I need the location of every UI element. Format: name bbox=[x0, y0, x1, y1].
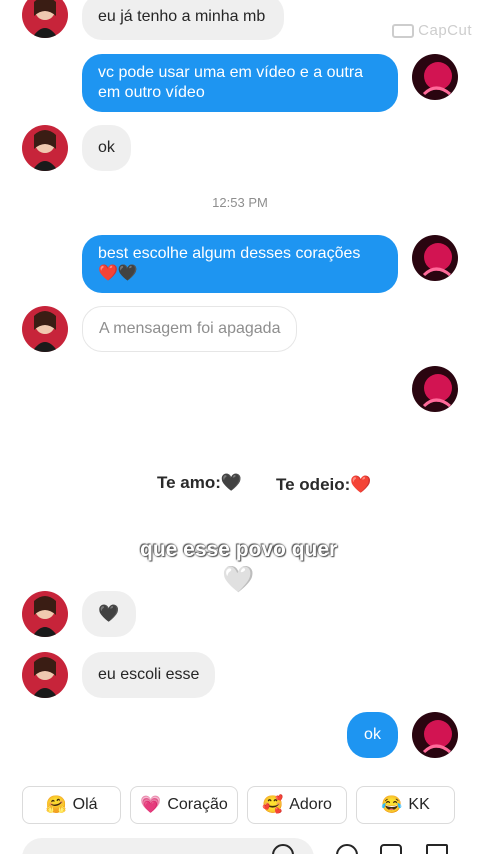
sticker-icon[interactable] bbox=[336, 844, 358, 854]
received-message[interactable]: eu já tenho a minha mb bbox=[82, 0, 284, 40]
quick-reply-kk[interactable]: 😂 KK bbox=[356, 786, 455, 824]
deleted-message[interactable]: A mensagem foi apagada bbox=[82, 306, 298, 352]
smiling-hearts-icon: 🥰 bbox=[262, 795, 284, 814]
sent-message[interactable]: ok bbox=[347, 712, 398, 758]
own-avatar[interactable] bbox=[412, 235, 458, 281]
received-message[interactable]: 🖤 bbox=[82, 591, 136, 637]
plus-icon[interactable] bbox=[426, 844, 448, 854]
contact-avatar[interactable] bbox=[22, 306, 68, 352]
contact-avatar[interactable] bbox=[22, 0, 68, 38]
message-timestamp: 12:53 PM bbox=[212, 195, 268, 210]
overlay-heart: 🤍 bbox=[222, 564, 255, 594]
overlay-te-amo: Te amo:🖤 bbox=[157, 473, 243, 492]
quick-reply-label: Olá bbox=[72, 796, 98, 813]
sent-message[interactable]: best escolhe algum desses corações ❤️🖤 bbox=[82, 235, 398, 293]
quick-replies-bar: 🤗 Olá 💗 Coração 🥰 Adoro 😂 KK bbox=[22, 786, 455, 824]
capcut-watermark: CapCut bbox=[392, 22, 472, 39]
own-avatar[interactable] bbox=[412, 712, 458, 758]
contact-avatar[interactable] bbox=[22, 125, 68, 171]
quick-reply-label: Adoro bbox=[289, 796, 332, 813]
received-message[interactable]: eu escoli esse bbox=[82, 652, 216, 698]
overlay-caption: que esse povo quer bbox=[140, 538, 338, 561]
capcut-watermark-text: CapCut bbox=[418, 22, 472, 39]
own-avatar[interactable] bbox=[412, 366, 458, 412]
received-message[interactable]: ok bbox=[82, 125, 131, 171]
message-composer[interactable] bbox=[22, 838, 314, 854]
contact-avatar[interactable] bbox=[22, 652, 68, 698]
quick-reply-label: KK bbox=[408, 796, 430, 813]
quick-reply-adoro[interactable]: 🥰 Adoro bbox=[247, 786, 347, 824]
heart-icon: 💗 bbox=[140, 795, 162, 814]
sent-message[interactable]: vc pode usar uma em vídeo e a outra em o… bbox=[82, 54, 398, 112]
quick-reply-ola[interactable]: 🤗 Olá bbox=[22, 786, 121, 824]
quick-reply-coracao[interactable]: 💗 Coração bbox=[130, 786, 238, 824]
gallery-icon[interactable] bbox=[380, 844, 402, 854]
hugging-face-icon: 🤗 bbox=[45, 795, 67, 814]
quick-reply-label: Coração bbox=[167, 796, 228, 813]
contact-avatar[interactable] bbox=[22, 591, 68, 637]
capcut-logo-icon bbox=[392, 24, 415, 39]
own-avatar[interactable] bbox=[412, 54, 458, 100]
laughing-face-icon: 😂 bbox=[381, 795, 403, 814]
overlay-te-odeio: Te odeio:❤️ bbox=[276, 475, 372, 494]
